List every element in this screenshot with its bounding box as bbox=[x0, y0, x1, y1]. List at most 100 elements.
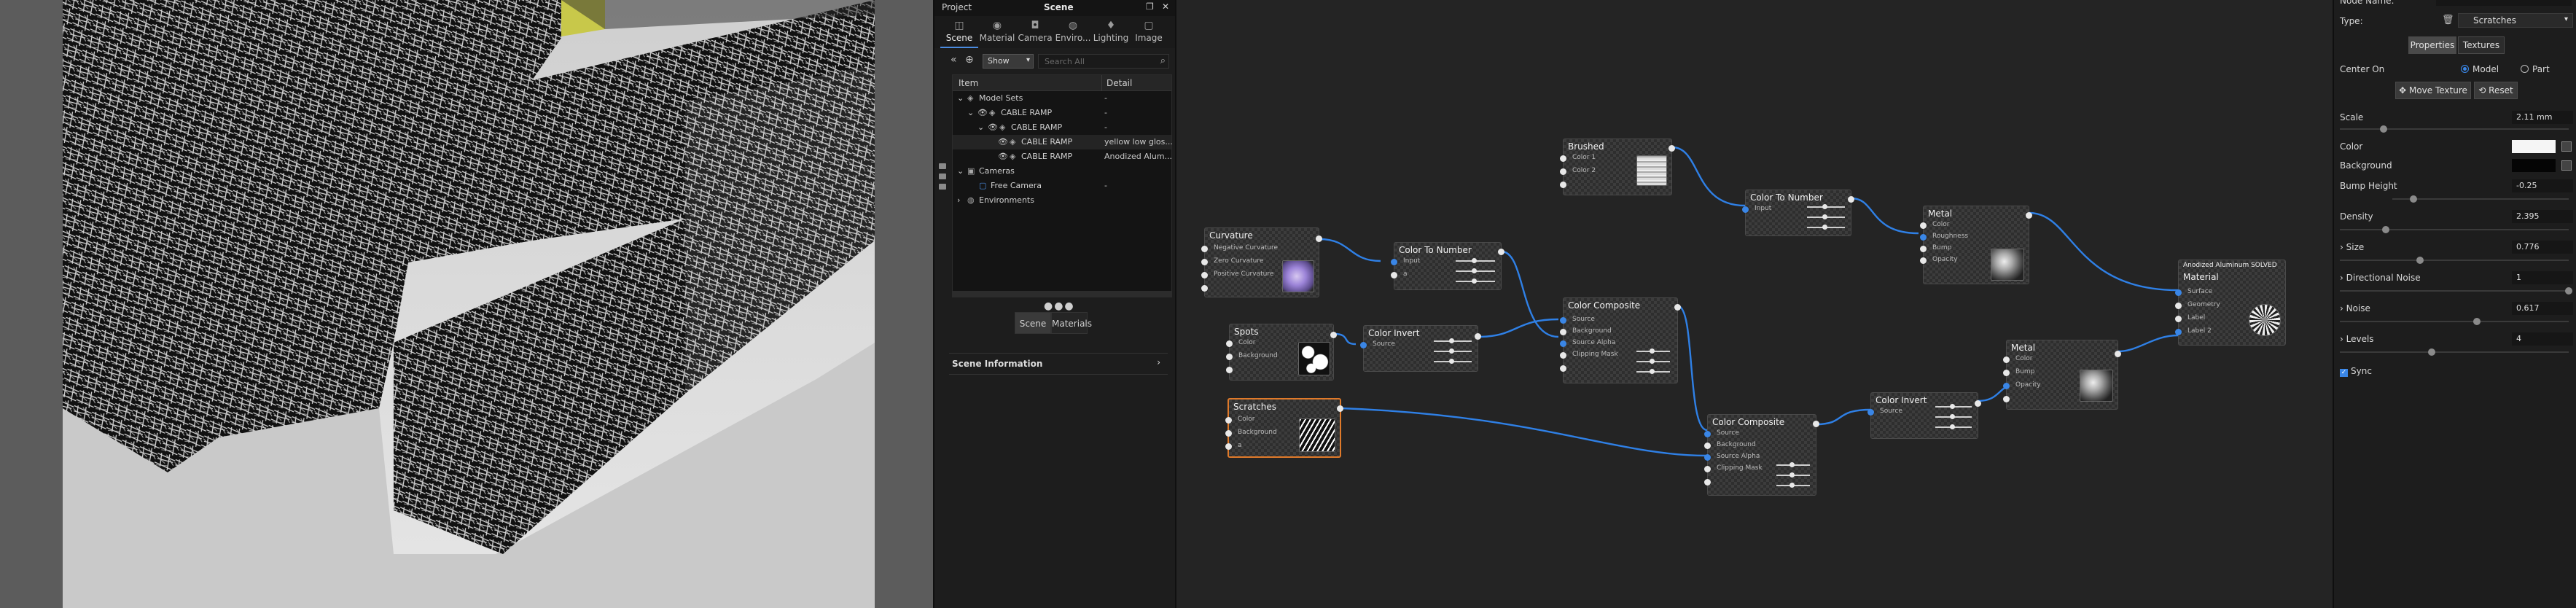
slider-knob[interactable] bbox=[2416, 257, 2424, 264]
input-port[interactable] bbox=[1920, 222, 1927, 229]
node-curvature[interactable]: Curvature Negative Curvature Zero Curvat… bbox=[1201, 227, 1322, 297]
input-port[interactable] bbox=[1704, 454, 1711, 461]
node-metal-2[interactable]: Metal Color Bump Opacity bbox=[2003, 340, 2121, 410]
expand-arrow-icon[interactable]: ⌄ bbox=[957, 166, 964, 176]
input-port[interactable] bbox=[1560, 155, 1566, 162]
output-port[interactable] bbox=[1674, 304, 1681, 311]
input-port[interactable] bbox=[1560, 182, 1566, 188]
column-item[interactable]: Item bbox=[959, 78, 978, 88]
side-icon[interactable] bbox=[939, 174, 946, 179]
output-port[interactable] bbox=[1813, 421, 1819, 427]
input-port[interactable] bbox=[1560, 340, 1566, 347]
levels-input[interactable]: 4 bbox=[2512, 332, 2573, 346]
tab-lighting[interactable]: ♦ Lighting bbox=[1092, 16, 1130, 48]
input-port[interactable] bbox=[1225, 417, 1232, 424]
input-port[interactable] bbox=[1704, 466, 1711, 472]
param-slider[interactable] bbox=[1776, 472, 1810, 478]
input-port[interactable] bbox=[1560, 329, 1566, 335]
slider-knob[interactable] bbox=[2427, 348, 2435, 356]
node-graph-editor[interactable]: Brushed Color 1 Color 2 Curvature Negati… bbox=[1176, 0, 2333, 608]
output-port[interactable] bbox=[2026, 212, 2032, 219]
expand-arrow-icon[interactable]: ⌄ bbox=[967, 108, 974, 117]
param-slider[interactable] bbox=[1636, 359, 1670, 364]
eye-icon[interactable]: 👁 bbox=[977, 108, 988, 117]
directional-noise-slider[interactable] bbox=[2340, 287, 2572, 295]
tree-row-model-sets[interactable]: ⌄ ◈ Model Sets - bbox=[953, 91, 1171, 106]
param-slider[interactable] bbox=[1935, 404, 1972, 409]
output-port[interactable] bbox=[2115, 351, 2121, 357]
noise-slider[interactable] bbox=[2340, 318, 2569, 325]
input-port[interactable] bbox=[1704, 431, 1711, 437]
search-icon[interactable]: ⌕ bbox=[1160, 55, 1166, 66]
node-metal-1[interactable]: Metal Color Roughness Bump Opacity bbox=[1920, 206, 2032, 284]
eye-icon[interactable]: 👁 bbox=[998, 137, 1008, 147]
output-port[interactable] bbox=[1848, 196, 1854, 203]
input-port[interactable] bbox=[1201, 285, 1208, 292]
restore-icon[interactable]: ❐ bbox=[1146, 1, 1154, 12]
scene-information-section[interactable]: Scene Information › bbox=[949, 353, 1168, 375]
input-port[interactable] bbox=[1920, 257, 1927, 264]
tab-environment[interactable]: ◍ Enviro... bbox=[1054, 16, 1092, 48]
tab-scene[interactable]: ◫ Scene bbox=[940, 16, 978, 48]
tab-camera[interactable]: ◘ Camera bbox=[1016, 16, 1054, 48]
expand-arrow-icon[interactable]: ⌄ bbox=[957, 93, 964, 103]
reset-button[interactable]: ⟲ Reset bbox=[2474, 82, 2518, 99]
density-input[interactable]: 2.395 bbox=[2512, 210, 2573, 223]
output-port[interactable] bbox=[1498, 249, 1504, 255]
input-port[interactable] bbox=[1391, 272, 1397, 278]
collapse-icon[interactable]: « bbox=[951, 54, 957, 66]
output-port[interactable] bbox=[1316, 235, 1322, 242]
directional-noise-input[interactable]: 1 bbox=[2512, 271, 2573, 284]
sync-checkbox[interactable]: ✓ Sync bbox=[2340, 366, 2372, 377]
density-slider[interactable] bbox=[2340, 226, 2569, 233]
input-port[interactable] bbox=[2175, 303, 2182, 309]
param-slider[interactable] bbox=[1807, 204, 1845, 209]
levels-slider[interactable] bbox=[2340, 348, 2569, 356]
tree-row-cable-ramp-yellow[interactable]: 👁 ◈ CABLE RAMP yellow low glos... bbox=[953, 135, 1173, 149]
bump-height-slider[interactable] bbox=[2392, 195, 2569, 203]
param-slider[interactable] bbox=[1776, 483, 1810, 488]
size-slider[interactable] bbox=[2340, 257, 2569, 264]
input-port[interactable] bbox=[2003, 370, 2010, 376]
trash-icon[interactable]: 🗑 bbox=[2442, 15, 2454, 26]
noise-expander[interactable]: › Noise bbox=[2340, 303, 2370, 313]
input-port[interactable] bbox=[1560, 168, 1566, 175]
param-slider[interactable] bbox=[1776, 462, 1810, 467]
bump-height-input[interactable]: -0.25 bbox=[2512, 179, 2573, 192]
param-slider[interactable] bbox=[1807, 225, 1845, 230]
input-port[interactable] bbox=[2003, 396, 2010, 402]
node-brushed[interactable]: Brushed Color 1 Color 2 bbox=[1560, 139, 1675, 195]
input-port[interactable] bbox=[1225, 430, 1232, 437]
input-port[interactable] bbox=[1560, 317, 1566, 324]
input-port[interactable] bbox=[1360, 342, 1367, 348]
tab-textures[interactable]: Textures bbox=[2458, 36, 2505, 54]
input-port[interactable] bbox=[1920, 234, 1927, 241]
node-material[interactable]: Anodized Aluminum SOLVED Material Surfac… bbox=[2175, 260, 2286, 346]
scale-value-input[interactable]: 2.11 mm bbox=[2512, 111, 2573, 124]
node-color-invert-2[interactable]: Color Invert Source bbox=[1867, 392, 1981, 439]
noise-input[interactable]: 0.617 bbox=[2512, 302, 2573, 315]
size-expander[interactable]: › Size bbox=[2340, 242, 2364, 252]
output-port[interactable] bbox=[1975, 400, 1981, 407]
project-tab-label[interactable]: Project bbox=[942, 2, 972, 12]
show-dropdown[interactable]: Show ▾ bbox=[983, 54, 1034, 69]
tab-scene-bottom[interactable]: Scene bbox=[1015, 312, 1051, 334]
node-color-composite-1[interactable]: Color Composite Source Background Source… bbox=[1560, 297, 1681, 383]
param-slider[interactable] bbox=[1434, 348, 1472, 354]
node-scratches[interactable]: Scratches Color Background a bbox=[1225, 398, 1343, 458]
center-on-part-radio[interactable]: Part bbox=[2521, 64, 2550, 74]
input-port[interactable] bbox=[2003, 383, 2010, 389]
slider-knob[interactable] bbox=[2410, 195, 2418, 203]
input-port[interactable] bbox=[1226, 340, 1233, 347]
input-port[interactable] bbox=[1226, 367, 1233, 373]
tree-horizontal-scrollbar[interactable] bbox=[953, 291, 1171, 297]
node-color-invert-1[interactable]: Color Invert Source bbox=[1360, 325, 1481, 372]
close-icon[interactable]: ✕ bbox=[1162, 1, 1169, 12]
slider-knob[interactable] bbox=[2381, 226, 2389, 233]
input-port[interactable] bbox=[2003, 356, 2010, 363]
output-port[interactable] bbox=[1330, 332, 1337, 338]
search-input[interactable]: Search All ⌕ bbox=[1038, 54, 1169, 69]
input-port[interactable] bbox=[1742, 206, 1749, 213]
type-dropdown[interactable]: Scratches ▾ bbox=[2458, 13, 2573, 28]
column-detail[interactable]: Detail bbox=[1101, 75, 1132, 91]
